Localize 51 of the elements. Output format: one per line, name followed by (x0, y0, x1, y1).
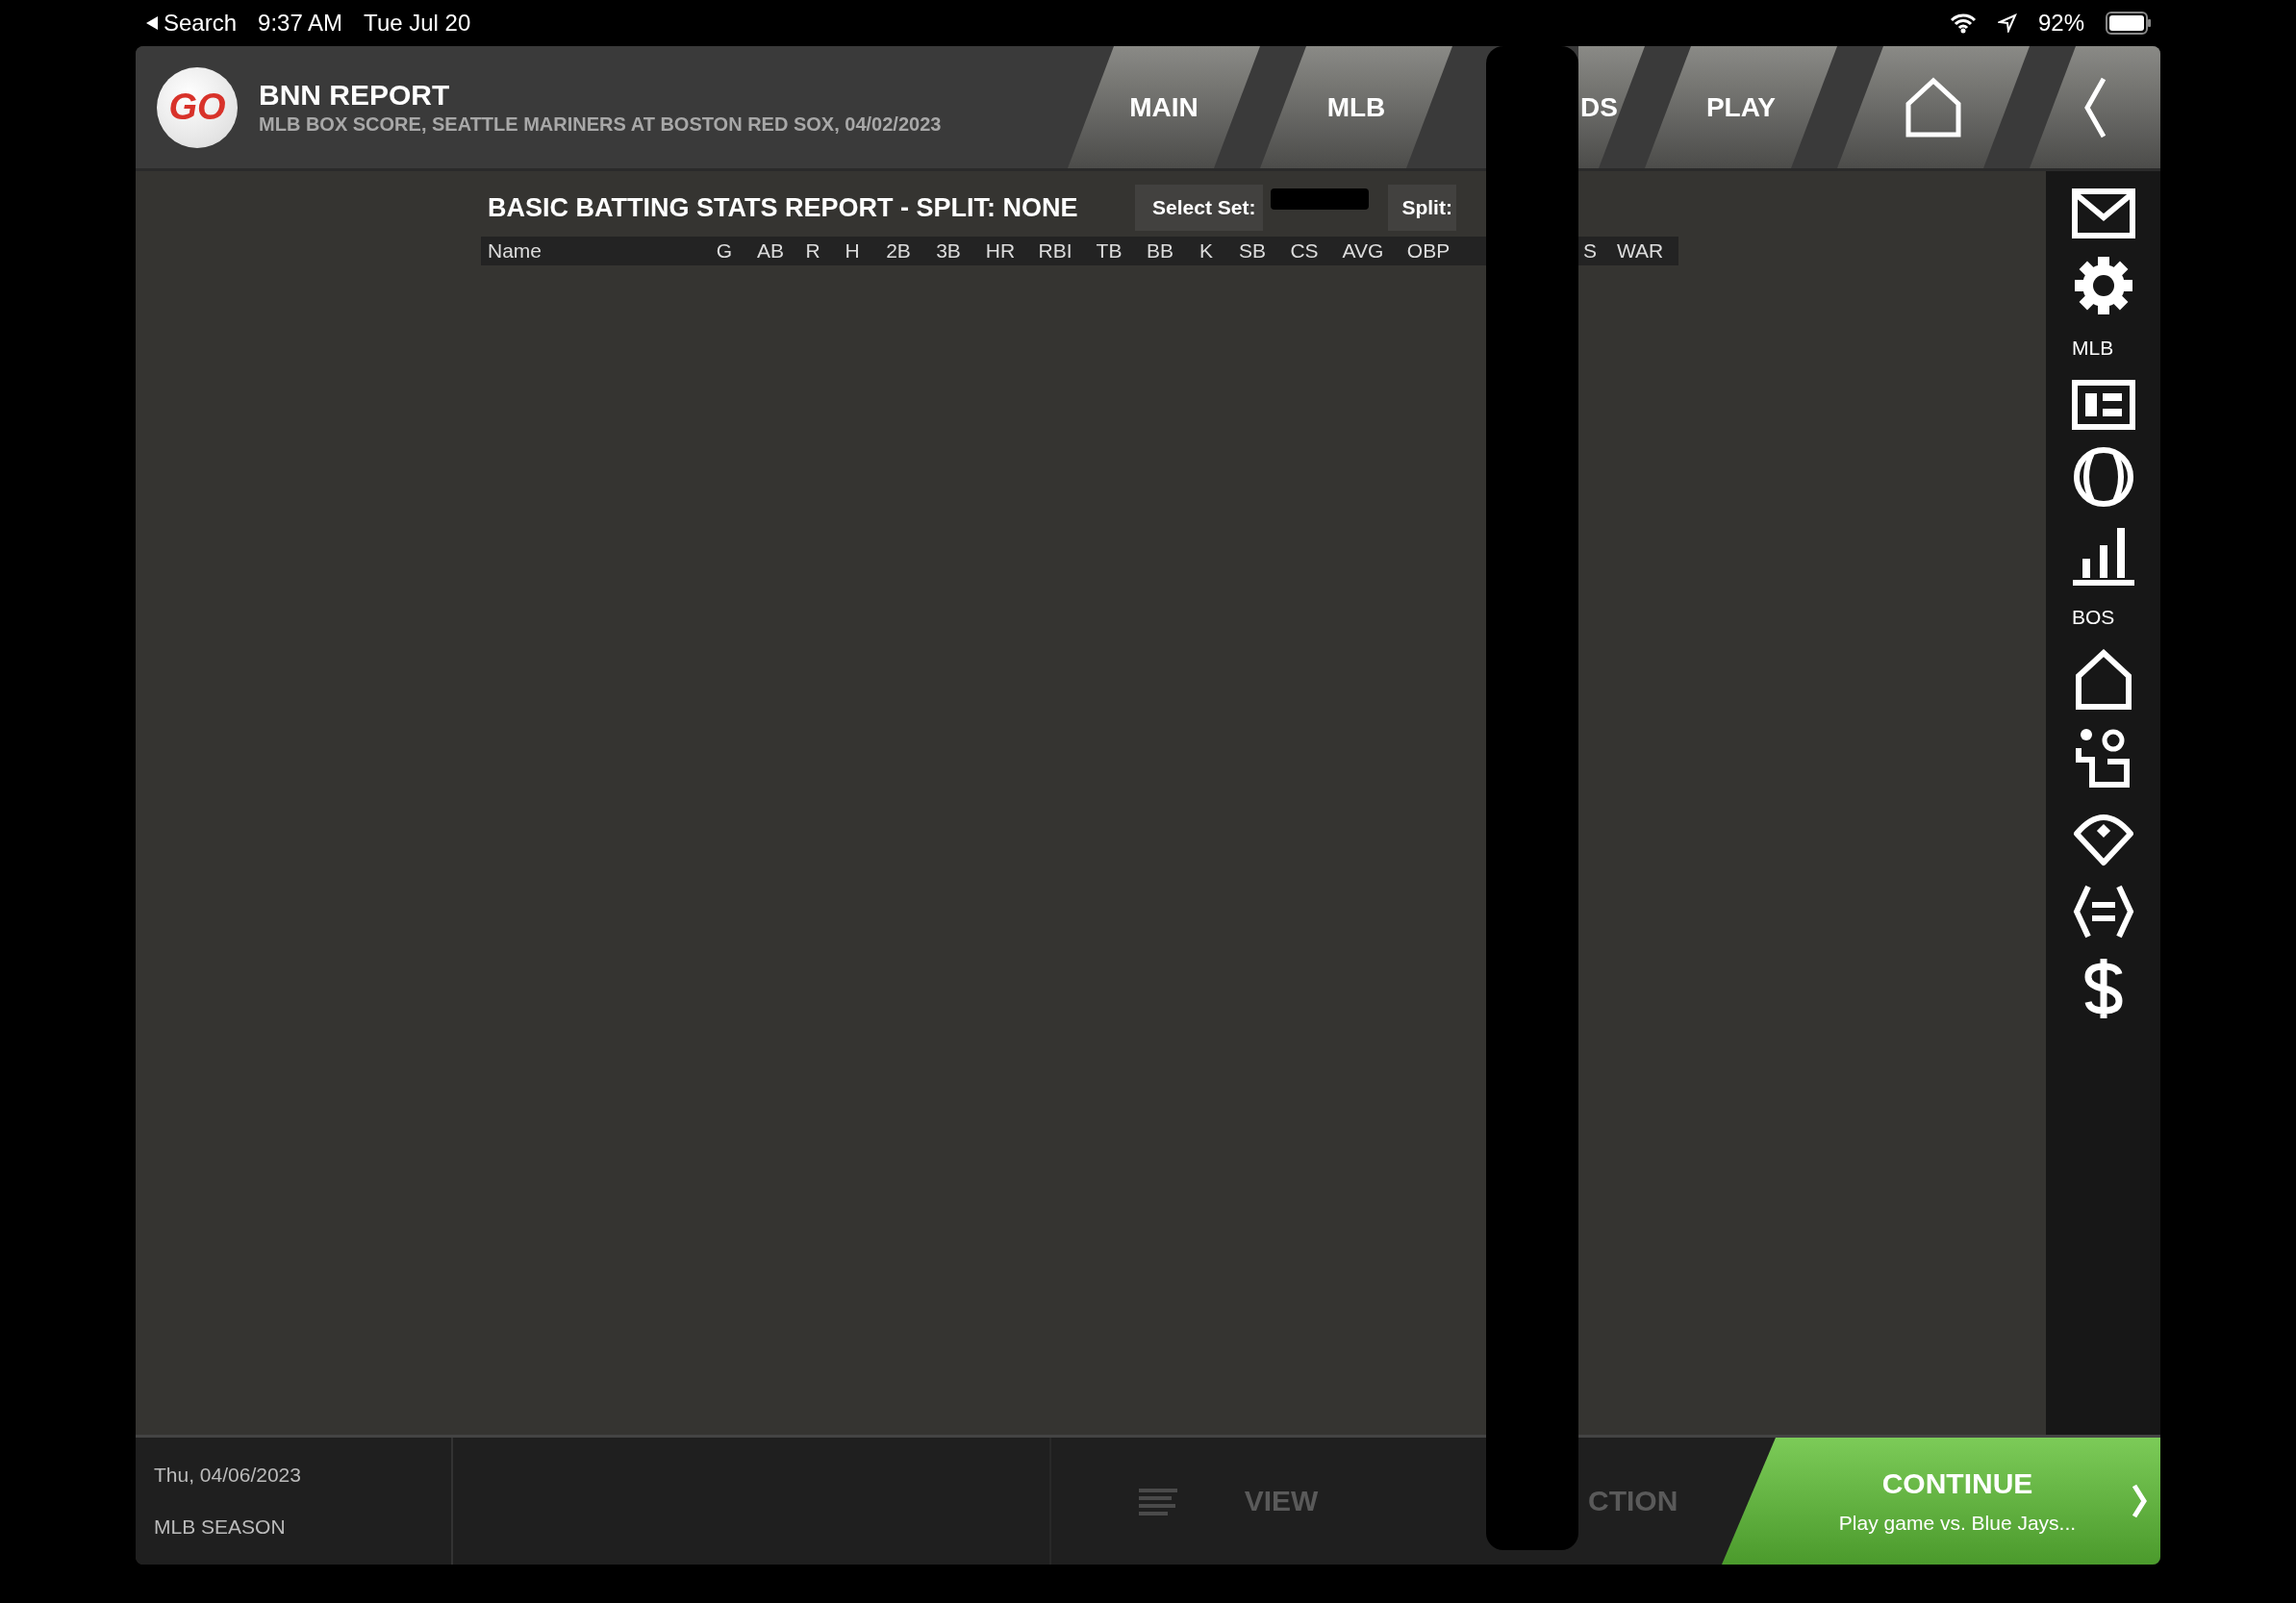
column-header[interactable]: BB (1135, 239, 1185, 263)
column-header[interactable]: 2B (873, 239, 923, 263)
column-header[interactable]: WAR (1606, 239, 1674, 263)
home-icon (1905, 76, 1962, 138)
column-header[interactable]: SB (1227, 239, 1277, 263)
season-label: MLB SEASON (154, 1515, 287, 1539)
column-header[interactable]: S (1581, 239, 1606, 263)
column-header[interactable]: TB (1083, 239, 1135, 263)
sidebar-section-label: MLB (2072, 337, 2114, 360)
report-subtitle: MLB BOX SCORE, SEATTLE MARINERS AT BOSTON RED SOX, 04/02/2023 (259, 113, 942, 136)
column-header[interactable]: HR (973, 239, 1027, 263)
split-dropdown[interactable]: Split: (1388, 185, 1456, 231)
nav-tab[interactable]: MLB (1260, 46, 1452, 168)
report-title: BNN REPORT (259, 79, 451, 112)
mail-icon[interactable] (2071, 188, 2135, 238)
status-date: Tue Jul 20 (364, 10, 471, 37)
stats-report-title: BASIC BATTING STATS REPORT - SPLIT: NONE (487, 192, 1079, 223)
home-icon[interactable] (2074, 649, 2132, 711)
select-set-dropdown[interactable]: Select Set: (1135, 185, 1264, 231)
location-arrow-icon (1997, 13, 2017, 33)
settings-icon[interactable] (2072, 255, 2134, 316)
nav-tab[interactable]: MAIN (1068, 46, 1260, 168)
exchange-icon[interactable] (2072, 883, 2134, 940)
back-triangle-icon (146, 16, 158, 30)
chevron-right-icon (2132, 1484, 2147, 1518)
column-header[interactable]: 3B (923, 239, 973, 263)
baseball-icon[interactable] (2072, 446, 2134, 508)
column-header[interactable]: H (831, 239, 873, 263)
column-header[interactable]: OBP (1395, 239, 1462, 263)
nav-tab[interactable]: PLAY (1645, 46, 1837, 168)
column-header[interactable]: K (1185, 239, 1227, 263)
column-header[interactable]: RBI (1027, 239, 1083, 263)
column-header[interactable]: AB (746, 239, 795, 263)
baseball-logo: GO (157, 66, 238, 148)
back-tab[interactable] (2030, 46, 2160, 168)
column-header[interactable]: G (702, 239, 746, 263)
list-icon (1138, 1487, 1177, 1515)
news-icon[interactable] (2071, 380, 2135, 430)
column-header[interactable]: Name (481, 239, 702, 263)
status-time: 9:37 AM (258, 10, 343, 37)
column-header[interactable]: AVG (1331, 239, 1395, 263)
battery-percent: 92% (2037, 10, 2084, 37)
sidebar-section-label: BOS (2072, 606, 2115, 629)
game-date: Thu, 04/06/2023 (154, 1464, 302, 1487)
back-to-search-link[interactable]: Search (164, 10, 238, 37)
battery-icon (2106, 12, 2152, 35)
column-header[interactable]: R (795, 239, 831, 263)
back-chevron-icon (2082, 75, 2107, 139)
nav-tab[interactable]: DS (1578, 46, 1645, 168)
column-header[interactable]: CS (1277, 239, 1331, 263)
wifi-icon (1949, 13, 1977, 34)
